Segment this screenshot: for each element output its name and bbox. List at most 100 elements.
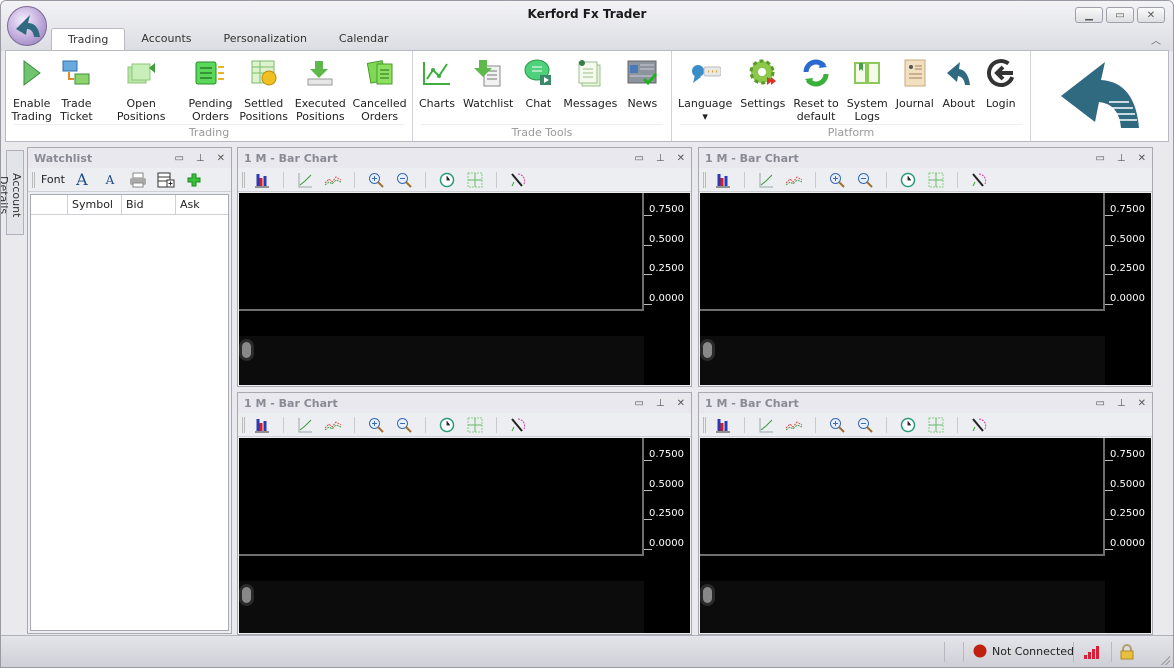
login-icon [986, 59, 1015, 87]
bar-chart-type-icon[interactable] [712, 171, 734, 189]
chart-navigator[interactable] [700, 581, 1105, 633]
toolbar-grip[interactable] [703, 416, 706, 433]
close-panel-icon[interactable]: ✕ [1138, 398, 1146, 409]
pin-icon[interactable]: ⊥ [196, 153, 205, 164]
zoom-in-icon[interactable] [365, 171, 387, 189]
minimize-button[interactable]: ▁ [1075, 7, 1103, 23]
crosshair-grid-icon[interactable] [925, 171, 947, 189]
chart-plot-area [700, 438, 1105, 556]
chart-navigator[interactable] [700, 336, 1105, 385]
maximize-panel-icon[interactable]: ▭ [1095, 398, 1104, 409]
maximize-panel-icon[interactable]: ▭ [174, 153, 183, 164]
drawing-tools-icon[interactable] [968, 416, 990, 434]
chart-panel: 1 M - Bar Chart ▭ ⊥ ✕ 0.7500 0.5000 0.2500… [237, 392, 692, 635]
maximize-panel-icon[interactable]: ▭ [634, 153, 643, 164]
maximize-panel-icon[interactable]: ▭ [634, 398, 643, 409]
drawing-tools-icon[interactable] [968, 171, 990, 189]
toolbar-separator [496, 416, 497, 433]
y-axis-tick-label: 0.7500 [1105, 449, 1145, 461]
indicator-icon[interactable] [322, 416, 344, 434]
columns-icon[interactable] [155, 171, 177, 189]
pending-orders-icon [195, 61, 225, 85]
chart-navigator[interactable] [239, 336, 644, 385]
crosshair-grid-icon[interactable] [925, 416, 947, 434]
close-button[interactable]: ✕ [1137, 7, 1165, 23]
drawing-tools-icon[interactable] [507, 416, 529, 434]
y-axis-tick-label: 0.2500 [644, 508, 684, 520]
navigator-handle[interactable] [703, 342, 712, 358]
gear-icon [749, 59, 776, 85]
y-axis-tick-label: 0.5000 [644, 233, 684, 246]
font-increase-icon[interactable]: A [71, 170, 93, 189]
indicator-icon[interactable] [783, 171, 805, 189]
column-header-symbol[interactable]: Symbol [68, 195, 122, 214]
navigator-handle[interactable] [242, 587, 251, 603]
bar-chart-type-icon[interactable] [251, 171, 273, 189]
column-header-ask[interactable]: Ask [176, 195, 228, 214]
chart-canvas[interactable]: 0.7500 0.5000 0.2500 0.0000 [239, 438, 690, 633]
toolbar-separator [744, 171, 745, 188]
tab-personalization[interactable]: Personalization [208, 28, 323, 50]
dropdown-arrow-icon: ▾ [702, 110, 708, 123]
font-decrease-icon[interactable]: A [99, 171, 121, 189]
resize-grip-icon[interactable] [1160, 655, 1170, 665]
column-header-bid[interactable]: Bid [122, 195, 176, 214]
font-label: Font [41, 173, 65, 186]
collapse-ribbon-icon[interactable]: ︿ [1151, 32, 1161, 47]
close-panel-icon[interactable]: ✕ [1138, 153, 1146, 164]
toolbar-grip[interactable] [703, 171, 706, 188]
zoom-in-icon[interactable] [826, 416, 848, 434]
crosshair-grid-icon[interactable] [464, 416, 486, 434]
toolbar-grip[interactable] [242, 416, 245, 433]
watchlist-toolbar: Font A A [28, 168, 231, 192]
indicator-icon[interactable] [783, 416, 805, 434]
pin-icon[interactable]: ⊥ [1117, 153, 1126, 164]
history-clock-icon[interactable] [436, 171, 458, 189]
history-clock-icon[interactable] [897, 171, 919, 189]
crosshair-grid-icon[interactable] [464, 171, 486, 189]
history-clock-icon[interactable] [897, 416, 919, 434]
close-panel-icon[interactable]: ✕ [677, 398, 685, 409]
print-icon[interactable] [127, 171, 149, 189]
close-panel-icon[interactable]: ✕ [677, 153, 685, 164]
toolbar-grip[interactable] [242, 171, 245, 188]
zoom-out-icon[interactable] [393, 171, 415, 189]
toolbar-grip[interactable] [32, 171, 35, 188]
zoom-out-icon[interactable] [854, 416, 876, 434]
maximize-button[interactable]: ▭ [1106, 7, 1134, 23]
close-panel-icon[interactable]: ✕ [217, 153, 225, 164]
add-symbol-icon[interactable] [183, 171, 205, 189]
tab-calendar[interactable]: Calendar [323, 28, 404, 50]
zoom-out-icon[interactable] [854, 171, 876, 189]
pin-icon[interactable]: ⊥ [656, 398, 665, 409]
chart-canvas[interactable]: 0.7500 0.5000 0.2500 0.0000 [700, 193, 1151, 385]
line-chart-icon[interactable] [294, 171, 316, 189]
bar-chart-type-icon[interactable] [251, 416, 273, 434]
line-chart-icon[interactable] [755, 416, 777, 434]
chart-canvas[interactable]: 0.7500 0.5000 0.2500 0.0000 [239, 193, 690, 385]
maximize-panel-icon[interactable]: ▭ [1095, 153, 1104, 164]
line-chart-icon[interactable] [755, 171, 777, 189]
zoom-in-icon[interactable] [365, 416, 387, 434]
bar-chart-type-icon[interactable] [712, 416, 734, 434]
zoom-out-icon[interactable] [393, 416, 415, 434]
logo-icon [1060, 62, 1139, 128]
book-icon [854, 62, 881, 84]
column-header-select[interactable] [31, 195, 68, 214]
pin-icon[interactable]: ⊥ [656, 153, 665, 164]
indicator-icon[interactable] [322, 171, 344, 189]
cancelled-orders-icon [366, 60, 393, 85]
chart-canvas[interactable]: 0.7500 0.5000 0.2500 0.0000 [700, 438, 1151, 633]
tab-trading[interactable]: Trading [51, 28, 126, 50]
navigator-handle[interactable] [703, 587, 712, 603]
pin-icon[interactable]: ⊥ [1117, 398, 1126, 409]
tab-accounts[interactable]: Accounts [125, 28, 207, 50]
chart-toolbar [699, 413, 1152, 437]
zoom-in-icon[interactable] [826, 171, 848, 189]
history-clock-icon[interactable] [436, 416, 458, 434]
drawing-tools-icon[interactable] [507, 171, 529, 189]
line-chart-icon[interactable] [294, 416, 316, 434]
navigator-handle[interactable] [242, 342, 251, 358]
account-details-tab[interactable]: Account Details [1, 150, 24, 235]
chart-navigator[interactable] [239, 581, 644, 633]
